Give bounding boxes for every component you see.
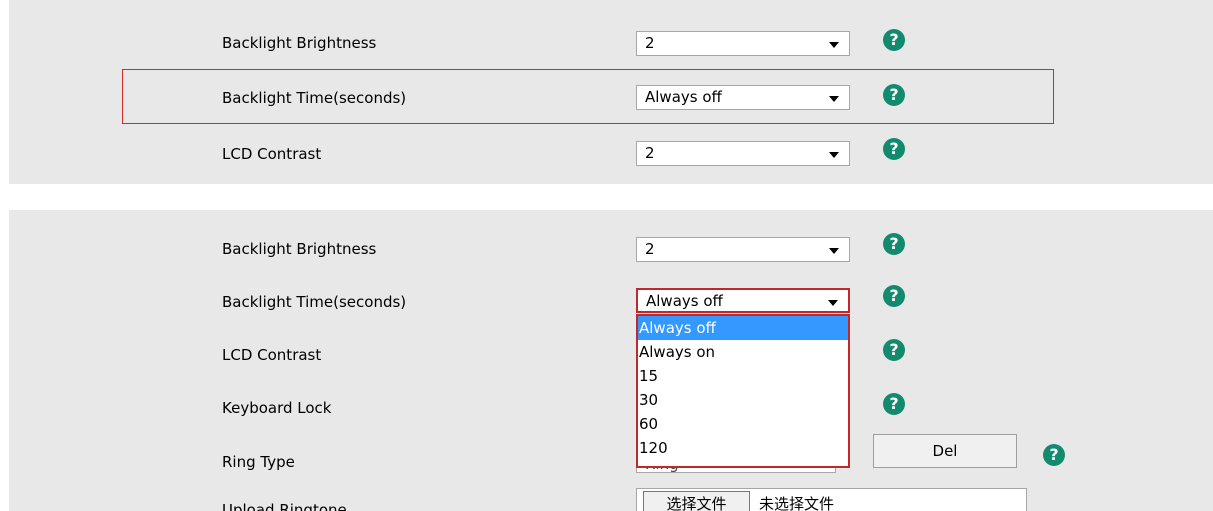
help-icon[interactable]: ?	[883, 233, 905, 255]
delete-ringtone-button[interactable]: Del	[873, 434, 1017, 468]
keyboard-lock-label: Keyboard Lock	[222, 399, 332, 417]
file-status-text: 未选择文件	[759, 495, 835, 511]
help-icon[interactable]: ?	[883, 339, 905, 361]
backlight-brightness-label: Backlight Brightness	[222, 34, 377, 52]
chevron-down-icon	[829, 42, 839, 48]
help-icon[interactable]: ?	[883, 285, 905, 307]
dropdown-option[interactable]: 30	[638, 388, 848, 412]
chevron-down-icon	[828, 300, 838, 306]
choose-file-button[interactable]: 选择文件	[643, 491, 750, 511]
select-value: 2	[645, 240, 655, 258]
dropdown-option[interactable]: 60	[638, 412, 848, 436]
help-icon[interactable]: ?	[883, 393, 905, 415]
lcd-contrast-label: LCD Contrast	[222, 346, 322, 364]
backlight-brightness-select[interactable]: 2	[636, 31, 850, 56]
help-icon[interactable]: ?	[883, 138, 905, 160]
lcd-contrast-label: LCD Contrast	[222, 145, 322, 163]
backlight-time-label: Backlight Time(seconds)	[222, 89, 407, 107]
help-icon[interactable]: ?	[883, 29, 905, 51]
ring-type-label: Ring Type	[222, 453, 295, 471]
backlight-brightness-label: Backlight Brightness	[222, 240, 377, 258]
help-icon[interactable]: ?	[883, 84, 905, 106]
settings-panel-dropdown-open: Backlight Brightness 2 ? Backlight Time(…	[9, 210, 1213, 511]
backlight-brightness-select[interactable]: 2	[636, 237, 850, 262]
help-icon[interactable]: ?	[1043, 444, 1065, 466]
lcd-contrast-select[interactable]: 2	[636, 141, 850, 166]
select-value: Always off	[645, 88, 722, 106]
select-value: 2	[645, 34, 655, 52]
select-value: 2	[645, 144, 655, 162]
select-value: Always off	[646, 292, 723, 310]
chevron-down-icon	[829, 152, 839, 158]
dropdown-option[interactable]: Always on	[638, 340, 848, 364]
settings-panel-before: Backlight Brightness 2 ? Backlight Time(…	[9, 0, 1213, 184]
dropdown-option[interactable]: Always off	[638, 316, 848, 340]
backlight-time-label: Backlight Time(seconds)	[222, 293, 407, 311]
chevron-down-icon	[829, 96, 839, 102]
dropdown-option[interactable]: 120	[638, 436, 848, 460]
chevron-down-icon	[829, 248, 839, 254]
upload-ringtone-label: Upload Ringtone	[222, 501, 347, 511]
backlight-time-dropdown-list: Always off Always on 15 30 60 120	[636, 314, 850, 468]
dropdown-option[interactable]: 15	[638, 364, 848, 388]
backlight-time-select[interactable]: Always off	[636, 288, 850, 313]
backlight-time-select[interactable]: Always off	[636, 85, 850, 110]
